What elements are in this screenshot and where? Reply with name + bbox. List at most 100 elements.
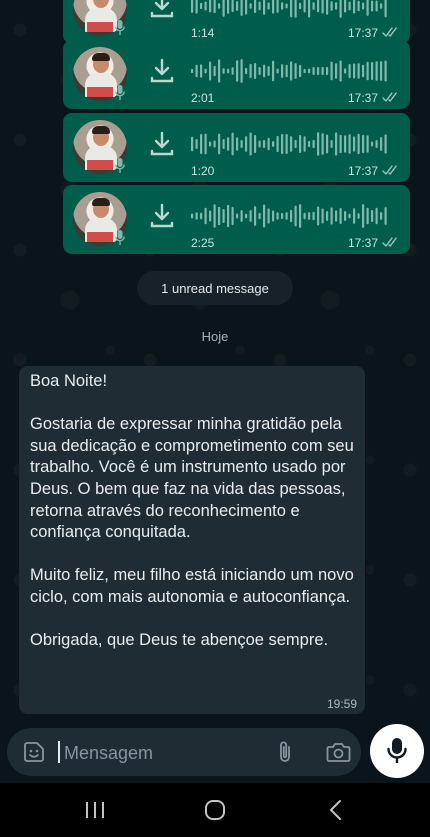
download-icon[interactable] (149, 203, 175, 229)
double-check-icon (382, 165, 397, 175)
voice-duration: 2:01 (191, 91, 215, 105)
paperclip-icon[interactable] (275, 740, 295, 764)
waveform-bar (195, 64, 198, 78)
waveform-bar (281, 134, 284, 154)
waveform-bar (231, 132, 234, 156)
waveform-bar (285, 3, 288, 9)
waveform-bar (209, 210, 212, 222)
waveform-bar (317, 0, 320, 13)
waveform-bar (330, 61, 333, 81)
download-icon[interactable] (149, 0, 175, 19)
waveform-bar (276, 68, 279, 74)
chat-area[interactable]: 1:14 17:37 2:01 17:37 1:20 17:37 2:25 17… (0, 0, 430, 783)
waveform[interactable] (191, 131, 391, 157)
waveform-bar (312, 2, 315, 10)
waveform-bar (362, 134, 365, 154)
waveform-bar (339, 0, 342, 18)
waveform-bar (263, 64, 266, 78)
waveform-bar (308, 68, 311, 74)
waveform-bar (263, 0, 266, 15)
waveform-bar (366, 135, 369, 153)
waveform-bar (195, 212, 198, 220)
waveform-bar (366, 61, 369, 81)
waveform-bar (204, 207, 207, 225)
mic-icon (115, 230, 125, 245)
voice-message[interactable]: 1:14 17:37 (63, 0, 410, 44)
waveform-bar (290, 209, 293, 223)
waveform-bar (222, 68, 225, 74)
waveform-bar (204, 133, 207, 155)
waveform-bar (303, 212, 306, 220)
waveform[interactable] (191, 58, 391, 84)
waveform-bar (308, 0, 311, 18)
waveform-bar (353, 208, 356, 224)
waveform-bar (375, 0, 378, 12)
waveform-bar (249, 63, 252, 79)
waveform-bar (339, 208, 342, 224)
double-check-icon (382, 92, 397, 102)
waveform-bar (227, 204, 230, 228)
waveform-bar (236, 213, 239, 219)
waveform-bar (267, 2, 270, 10)
sticker-icon[interactable] (23, 741, 45, 763)
waveform-bar (249, 210, 252, 222)
waveform-bar (272, 141, 275, 147)
waveform-bar (308, 140, 311, 148)
message-input[interactable] (62, 738, 256, 768)
waveform-bar (191, 136, 194, 152)
waveform-bar (294, 205, 297, 227)
waveform-bar (317, 132, 320, 156)
back-icon[interactable] (316, 793, 356, 827)
waveform-bar (209, 61, 212, 81)
unread-messages-banner: 1 unread message (137, 271, 293, 305)
waveform-bar (200, 212, 203, 220)
waveform-bar (213, 0, 216, 14)
waveform-bar (227, 68, 230, 74)
voice-duration: 1:14 (191, 26, 215, 40)
waveform-bar (281, 212, 284, 220)
waveform-bar (254, 206, 257, 226)
waveform-bar (357, 133, 360, 155)
waveform[interactable] (191, 203, 391, 229)
waveform-bar (371, 0, 374, 12)
waveform-bar (285, 64, 288, 78)
waveform-bar (357, 0, 360, 12)
download-icon[interactable] (149, 58, 175, 84)
waveform-bar (258, 212, 261, 220)
waveform-bar (209, 141, 212, 147)
message-time: 19:59 (326, 697, 357, 711)
waveform[interactable] (191, 0, 391, 19)
waveform-bar (218, 133, 221, 155)
waveform-bar (375, 61, 378, 81)
waveform-bar (209, 0, 212, 13)
waveform-bar (357, 213, 360, 219)
download-icon[interactable] (149, 131, 175, 157)
home-icon[interactable] (195, 793, 235, 827)
waveform-bar (267, 137, 270, 151)
waveform-bar (276, 135, 279, 153)
voice-duration: 1:20 (191, 164, 215, 178)
waveform-bar (231, 206, 234, 226)
waveform-bar (330, 139, 333, 149)
waveform-bar (245, 136, 248, 152)
waveform-bar (380, 212, 383, 220)
waveform-bar (218, 206, 221, 226)
waveform-bar (366, 0, 369, 16)
voice-record-button[interactable] (370, 724, 424, 778)
voice-message[interactable]: 1:20 17:37 (63, 113, 410, 182)
double-check-icon (382, 237, 397, 247)
waveform-bar (272, 0, 275, 14)
camera-icon[interactable] (326, 740, 351, 764)
waveform-bar (249, 3, 252, 9)
waveform-bar (281, 2, 284, 10)
waveform-bar (348, 213, 351, 219)
voice-message[interactable]: 2:25 17:37 (63, 185, 410, 254)
incoming-message[interactable]: Boa Noite! Gostaria de expressar minha g… (19, 366, 365, 714)
voice-message[interactable]: 2:01 17:37 (63, 40, 410, 109)
recent-apps-icon[interactable] (75, 793, 115, 827)
mic-icon (115, 85, 125, 100)
waveform-bar (294, 63, 297, 79)
message-composer[interactable] (7, 728, 361, 776)
waveform-bar (326, 0, 329, 15)
waveform-bar (339, 60, 342, 82)
